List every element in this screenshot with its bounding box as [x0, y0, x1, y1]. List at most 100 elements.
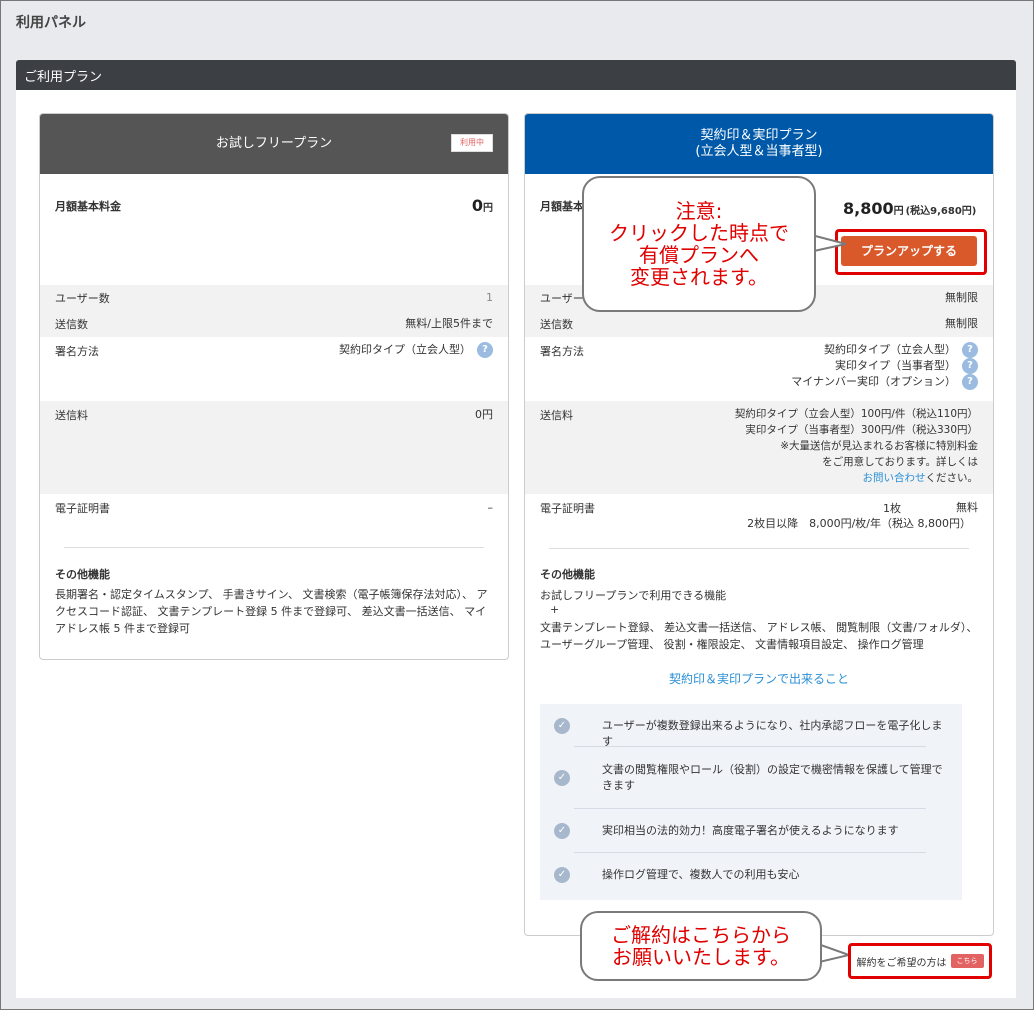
paid-price-number: 8,800	[843, 199, 894, 218]
free-users-row: ユーザー数 1	[40, 285, 508, 312]
free-plan-header: お試しフリープラン 利用中	[40, 114, 508, 174]
free-users-label: ユーザー数	[55, 292, 110, 305]
free-plan-card: お試しフリープラン 利用中 月額基本料金 0円 ユーザー数 1 送信数 無料/上…	[39, 113, 509, 660]
fee-link-suffix: ください。	[925, 472, 979, 484]
cancel-callout: ご解約はこちらから お願いいたします。	[580, 911, 822, 981]
paid-sign-label: 署名方法	[540, 345, 584, 358]
free-sends-row: 送信数 無料/上限5件まで	[40, 312, 508, 337]
paid-price-unit: 円	[893, 206, 904, 217]
free-fee-value: 0円	[475, 408, 493, 421]
cancel-button[interactable]: こちら	[950, 954, 984, 968]
cancel-label: 解約をご希望の方は	[856, 957, 947, 969]
free-sends-value: 無料/上限5件まで	[405, 317, 493, 330]
free-cert-row: 電子証明書 –	[40, 494, 508, 524]
benefit-text: 実印相当の法的効力！高度電子署名が使えるようになります	[602, 824, 899, 837]
free-users-value: 1	[486, 291, 493, 304]
callout-line: 有償プランへ	[639, 243, 759, 267]
free-monthly-label: 月額基本料金	[55, 200, 121, 213]
divider	[574, 808, 926, 809]
can-do-link-text[interactable]: 契約印＆実印プランで出来ること	[669, 672, 849, 686]
paid-fee-label: 送信料	[540, 409, 573, 422]
check-icon: ✓	[554, 770, 570, 786]
callout-line: 注意:	[675, 199, 723, 223]
fee-line: 実印タイプ（当事者型）300円/件（税込330円）	[745, 424, 978, 436]
paid-sends-row: 送信数 無制限	[525, 312, 993, 337]
free-monthly-row: 月額基本料金 0円	[40, 198, 508, 222]
free-sign-value: 契約印タイプ（立会人型）?	[339, 342, 493, 358]
paid-plan-name: 契約印＆実印プラン	[700, 127, 818, 143]
free-fee-label: 送信料	[55, 409, 88, 422]
paid-users-value: 無制限	[945, 291, 978, 304]
free-other-text: 長期署名・認定タイムスタンプ、 手書きサイン、 文書検索（電子帳簿保存法対応）、…	[55, 588, 488, 635]
notice-callout: 注意: クリックした時点で 有償プランへ 変更されます。	[582, 176, 816, 312]
fee-line: ※大量送信が見込まれるお客様に特別料金	[780, 440, 978, 452]
help-icon[interactable]: ?	[962, 374, 978, 390]
callout-line: ご解約はこちらから	[611, 923, 791, 947]
paid-other-text: 文書テンプレート登録、 差込文書一括送信、 アドレス帳、 閲覧制限（文書/フォル…	[540, 621, 978, 651]
in-use-badge: 利用中	[451, 134, 493, 152]
paid-cert-count: 1枚	[883, 502, 901, 515]
paid-monthly-price: 8,800円 (税込9,680円)	[843, 199, 976, 218]
cancel-link-box: 解約をご希望の方は こちら	[848, 943, 992, 979]
divider	[574, 852, 926, 853]
paid-monthly-label: 月額基本	[540, 200, 584, 213]
paid-other-label: その他機能	[540, 568, 595, 581]
check-icon: ✓	[554, 867, 570, 883]
callout-line: 変更されます。	[630, 265, 768, 289]
fee-line: をご用意しております。詳しくは	[822, 456, 978, 468]
sign-option-text: 実印タイプ（当事者型）	[835, 359, 956, 372]
page-title: 利用パネル	[16, 15, 86, 31]
help-icon[interactable]: ?	[962, 342, 978, 358]
paid-other-plus: +	[550, 603, 560, 616]
benefit-text: 操作ログ管理で、複数人での利用も安心	[602, 868, 800, 881]
fee-line: お問い合わせください。	[735, 470, 979, 486]
help-icon[interactable]: ?	[477, 342, 493, 358]
free-price-number: 0	[471, 196, 483, 215]
benefits-box: ✓ ユーザーが複数登録出来るようになり、社内承認フローを電子化します ✓ 文書の…	[540, 704, 962, 900]
free-cert-value: –	[487, 501, 494, 514]
paid-plan-header: 契約印＆実印プラン (立会人型＆当事者型)	[525, 114, 993, 174]
paid-cert-label: 電子証明書	[540, 502, 595, 515]
divider	[64, 547, 484, 548]
paid-sign-row: 署名方法 契約印タイプ（立会人型）? 実印タイプ（当事者型）? マイナンバー実印…	[525, 337, 993, 401]
free-price-unit: 円	[483, 203, 493, 214]
paid-price-tax: (税込9,680円)	[905, 206, 977, 217]
free-cert-label: 電子証明書	[55, 502, 110, 515]
free-sign-text: 契約印タイプ（立会人型）	[339, 343, 471, 356]
divider	[549, 548, 969, 549]
sign-option-text: マイナンバー実印（オプション）	[791, 375, 956, 388]
check-icon: ✓	[554, 823, 570, 839]
benefit-text: 文書の閲覧権限やロール（役割）の設定で機密情報を保護して管理できます	[602, 763, 943, 792]
free-plan-name: お試しフリープラン	[215, 135, 333, 151]
paid-cert-extra: 2枚目以降 8,000円/枚/年（税込 8,800円）	[747, 517, 971, 530]
upgrade-highlight	[835, 229, 987, 275]
sign-option: 実印タイプ（当事者型）?	[791, 358, 978, 374]
paid-sends-value: 無制限	[945, 317, 978, 330]
sign-option-text: 契約印タイプ（立会人型）	[824, 343, 956, 356]
sign-option: マイナンバー実印（オプション）?	[791, 374, 978, 390]
free-monthly-price: 0円	[472, 198, 493, 217]
free-sign-label: 署名方法	[55, 345, 99, 358]
paid-cert-row: 電子証明書 1枚 無料 2枚目以降 8,000円/枚/年（税込 8,800円）	[525, 494, 993, 539]
paid-plan-subtitle: (立会人型＆当事者型)	[695, 144, 823, 159]
callout-line: クリックした時点で	[609, 221, 789, 245]
sign-option: 契約印タイプ（立会人型）?	[791, 342, 978, 358]
callout-line: お願いいたします。	[612, 945, 790, 969]
free-sign-row: 署名方法 契約印タイプ（立会人型）?	[40, 337, 508, 401]
paid-users-label: ユーザー	[540, 292, 584, 305]
help-icon[interactable]: ?	[962, 358, 978, 374]
paid-sends-label: 送信数	[540, 318, 573, 331]
paid-other-line1: お試しフリープランで利用できる機能	[540, 589, 727, 602]
paid-fee-values: 契約印タイプ（立会人型）100円/件（税込110円） 実印タイプ（当事者型）30…	[735, 406, 978, 486]
free-sends-label: 送信数	[55, 318, 88, 331]
check-icon: ✓	[554, 718, 570, 734]
free-fee-row: 送信料 0円	[40, 401, 508, 494]
paid-cert-free: 無料	[956, 501, 978, 514]
plan-panel-header: ご利用プラン	[16, 60, 1016, 90]
contact-link[interactable]: お問い合わせ	[863, 472, 926, 484]
can-do-link[interactable]: 契約印＆実印プランで出来ること	[525, 670, 993, 687]
divider	[574, 746, 926, 747]
paid-fee-row: 送信料 契約印タイプ（立会人型）100円/件（税込110円） 実印タイプ（当事者…	[525, 401, 993, 494]
free-other-label: その他機能	[55, 568, 110, 581]
fee-line: 契約印タイプ（立会人型）100円/件（税込110円）	[734, 408, 978, 420]
